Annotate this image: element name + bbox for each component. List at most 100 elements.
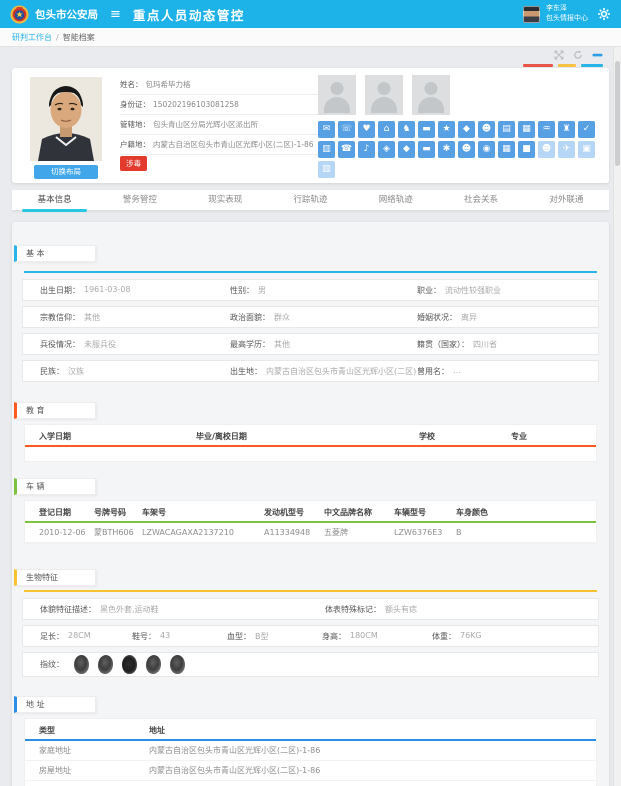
field-label: 宗教信仰：: [40, 312, 80, 323]
car-icon[interactable]: ◆: [458, 121, 475, 138]
tab-label: 行踪轨迹: [293, 195, 327, 205]
panel-controls: [523, 50, 603, 67]
home-icon[interactable]: ⌂: [378, 121, 395, 138]
profile-tabs: 基本信息 警务管控 现实表现 行踪轨迹 网络轨迹 社会关系 对外联通: [12, 190, 609, 211]
column-header: 车架号: [142, 507, 264, 518]
field-value: 180CM: [350, 631, 378, 642]
hotel-icon[interactable]: ▬: [418, 141, 435, 158]
tab-police-control[interactable]: 警务管控: [97, 190, 182, 210]
bus-alt-icon: ▣: [578, 141, 595, 158]
field-label: 血型：: [227, 631, 251, 642]
breadcrumb-parent-link[interactable]: 研判工作台: [12, 32, 52, 43]
user-icon[interactable]: ☻: [478, 121, 495, 138]
basic-field-rows: 出生日期：1961-03-08 性别：男 职业：流动性较强职业 宗教信仰：其他 …: [22, 279, 599, 382]
taxi-icon[interactable]: ◈: [378, 141, 395, 158]
image-icon[interactable]: ▦: [518, 121, 535, 138]
tab-social-relations[interactable]: 社会关系: [438, 190, 523, 210]
section-title-education: 教 育: [14, 402, 96, 419]
phone-icon[interactable]: ☎: [338, 141, 355, 158]
field-label: 身份证：: [120, 100, 150, 109]
education-table: 入学日期 毕业/离校日期 学校 专业: [24, 424, 597, 462]
fingerprint-label: 指纹：: [40, 659, 64, 670]
cell: LZW6376E3: [394, 528, 456, 537]
truck-icon[interactable]: ◆: [398, 141, 415, 158]
section-title-basic: 基 本: [14, 245, 96, 262]
user-avatar[interactable]: [523, 6, 540, 23]
heart-icon[interactable]: ♥: [358, 121, 375, 138]
keyboard-icon[interactable]: ▦: [498, 141, 515, 158]
phone-volume-icon[interactable]: ☏: [338, 121, 355, 138]
field-label: 职业：: [417, 285, 441, 296]
collapse-icon[interactable]: [592, 50, 603, 60]
bus-icon[interactable]: ■: [518, 141, 535, 158]
field-value: 额头有痣: [385, 604, 417, 615]
cell: 家庭地址: [39, 745, 149, 756]
column-header: 入学日期: [39, 431, 196, 442]
column-header: 毕业/离校日期: [196, 431, 419, 442]
id-card-icon[interactable]: ▥: [318, 141, 335, 158]
fingerprint-image: [145, 654, 162, 675]
bed-icon[interactable]: ▬: [418, 121, 435, 138]
tab-movement-track[interactable]: 行踪轨迹: [268, 190, 353, 210]
tab-external-contact[interactable]: 对外联通: [524, 190, 609, 210]
scrollbar-track[interactable]: [613, 47, 621, 786]
file-icon[interactable]: ▤: [498, 121, 515, 138]
profile-field-id: 身份证：150202196103081258: [120, 95, 322, 115]
bank-icon[interactable]: ♜: [558, 121, 575, 138]
menu-toggle-icon[interactable]: ≡: [110, 8, 121, 21]
field-label: 婚姻状况：: [417, 312, 457, 323]
switch-layout-button[interactable]: 切换布局: [34, 165, 98, 179]
address-table-header: 类型 地址: [25, 719, 596, 739]
graduation-icon[interactable]: ★: [438, 121, 455, 138]
table-row: 2010-12-06 蒙BTH606 LZWACAGAXA2137210 A11…: [25, 523, 596, 543]
profile-field-name: 姓名：包玛希毕力格: [120, 75, 322, 95]
column-header: 学校: [419, 431, 511, 442]
field-label: 籍贯（国家）：: [417, 339, 469, 350]
table-row: 房屋地址 内蒙古自治区包头市青山区光辉小区(二区)-1-86: [25, 761, 596, 781]
top-bar: 包头市公安局 ≡ 重点人员动态管控 李东泽 包头情报中心: [0, 0, 621, 28]
field-row: 兵役情况：未服兵役 最高学历：其他 籍贯（国家）：四川省: [22, 333, 599, 355]
fingerprint-image: [122, 655, 137, 674]
wifi-icon[interactable]: ♒: [538, 121, 555, 138]
tab-label: 现实表现: [208, 195, 242, 205]
users-icon[interactable]: ♞: [398, 121, 415, 138]
refresh-icon[interactable]: [573, 50, 583, 60]
field-label: 出生地：: [230, 366, 262, 377]
settings-gear-icon[interactable]: [597, 7, 611, 21]
tab-network-track[interactable]: 网络轨迹: [353, 190, 438, 210]
panel-color-bars: [523, 64, 603, 67]
user-info[interactable]: 李东泽 包头情报中心: [546, 4, 588, 24]
cell: 五菱牌: [324, 527, 394, 538]
rss-icon[interactable]: ♪: [358, 141, 375, 158]
tab-basic-info[interactable]: 基本信息: [12, 190, 97, 210]
field-value: 未服兵役: [84, 339, 116, 350]
section-title-address: 地 址: [14, 696, 96, 713]
check-square-icon[interactable]: ✓: [578, 121, 595, 138]
field-value: 四川省: [473, 339, 497, 350]
field-value: 其他: [84, 312, 100, 323]
tab-label: 社会关系: [464, 195, 498, 205]
field-value: 150202196103081258: [153, 100, 239, 109]
gear-icon[interactable]: ✱: [438, 141, 455, 158]
section-accent-basic: [24, 271, 597, 273]
expand-icon[interactable]: [554, 50, 564, 60]
cell: LZWACAGAXA2137210: [142, 528, 264, 537]
icon-row-3: ▥: [318, 161, 595, 178]
column-header: 号牌号码: [94, 507, 142, 518]
field-label: 鞋号：: [132, 631, 156, 642]
car-side-icon[interactable]: ◉: [478, 141, 495, 158]
field-label: 足长：: [40, 631, 64, 642]
breadcrumb: 研判工作台 / 智能档案: [0, 28, 621, 47]
field-row: 宗教信仰：其他 政治面貌：群众 婚姻状况：离异: [22, 306, 599, 328]
user-alert-icon[interactable]: ☻: [458, 141, 475, 158]
tab-label: 警务管控: [123, 195, 157, 205]
profile-field-jurisdiction: 管辖地：包头青山区分局光辉小区派出所: [120, 115, 322, 135]
scrollbar-thumb[interactable]: [615, 61, 620, 166]
field-value: 汉族: [68, 366, 84, 377]
train-icon: ▥: [318, 161, 335, 178]
tab-real-performance[interactable]: 现实表现: [183, 190, 268, 210]
photo-placeholder: [365, 75, 403, 115]
breadcrumb-separator: /: [56, 33, 59, 42]
comment-icon[interactable]: ✉: [318, 121, 335, 138]
field-label: 姓名：: [120, 80, 143, 89]
